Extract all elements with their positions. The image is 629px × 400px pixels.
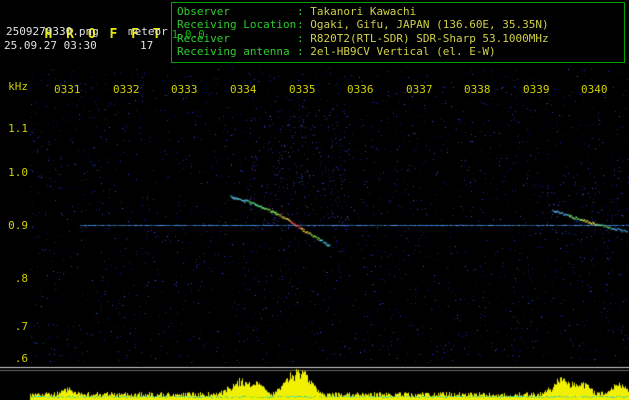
info-label: Receiving Location bbox=[177, 18, 297, 31]
info-row-antenna: Receiving antenna: 2el-HB9CV Vertical (e… bbox=[177, 45, 619, 58]
filename-label: 2509270330.png bbox=[6, 25, 99, 38]
capture-mode: meteor bbox=[128, 25, 168, 38]
y-tick-label: 1.1 bbox=[2, 122, 28, 135]
x-tick-label: 0333 bbox=[171, 83, 198, 96]
y-tick-label: .7 bbox=[2, 320, 28, 333]
info-label: Receiving antenna bbox=[177, 45, 297, 58]
info-label: Receiver bbox=[177, 32, 297, 45]
capture-datetime: 25.09.27 03:30 bbox=[4, 39, 97, 52]
y-tick-label: .8 bbox=[2, 272, 28, 285]
info-value: 2el-HB9CV Vertical (el. E-W) bbox=[310, 45, 495, 58]
info-separator: : bbox=[297, 45, 310, 58]
hrofft-screen: H R O F F T 1.0.0 2509270330.png meteor 2… bbox=[0, 0, 629, 400]
x-tick-label: 0335 bbox=[289, 83, 316, 96]
info-value: Takanori Kawachi bbox=[310, 5, 416, 18]
info-separator: : bbox=[297, 18, 310, 31]
info-separator: : bbox=[297, 5, 310, 18]
x-tick-label: 0331 bbox=[54, 83, 81, 96]
freq-unit: kHz bbox=[2, 80, 28, 93]
y-tick-label: 1.0 bbox=[2, 166, 28, 179]
info-row-receiver: Receiver: R820T2(RTL-SDR) SDR-Sharp 53.1… bbox=[177, 32, 619, 45]
x-tick-label: 0334 bbox=[230, 83, 257, 96]
x-tick-label: 0337 bbox=[406, 83, 433, 96]
x-tick-label: 0340 bbox=[581, 83, 608, 96]
y-tick-label: 0.9 bbox=[2, 219, 28, 232]
info-value: R820T2(RTL-SDR) SDR-Sharp 53.1000MHz bbox=[310, 32, 548, 45]
info-label: Observer bbox=[177, 5, 297, 18]
x-tick-label: 0338 bbox=[464, 83, 491, 96]
observer-info-panel: Observer: Takanori Kawachi Receiving Loc… bbox=[171, 2, 625, 63]
info-row-location: Receiving Location: Ogaki, Gifu, JAPAN (… bbox=[177, 18, 619, 31]
info-row-observer: Observer: Takanori Kawachi bbox=[177, 5, 619, 18]
info-value: Ogaki, Gifu, JAPAN (136.60E, 35.35N) bbox=[310, 18, 548, 31]
x-tick-label: 0336 bbox=[347, 83, 374, 96]
echo-count: 17 bbox=[140, 39, 153, 52]
y-tick-label: .6 bbox=[2, 352, 28, 365]
info-separator: : bbox=[297, 32, 310, 45]
x-tick-label: 0332 bbox=[113, 83, 140, 96]
x-tick-label: 0339 bbox=[523, 83, 550, 96]
